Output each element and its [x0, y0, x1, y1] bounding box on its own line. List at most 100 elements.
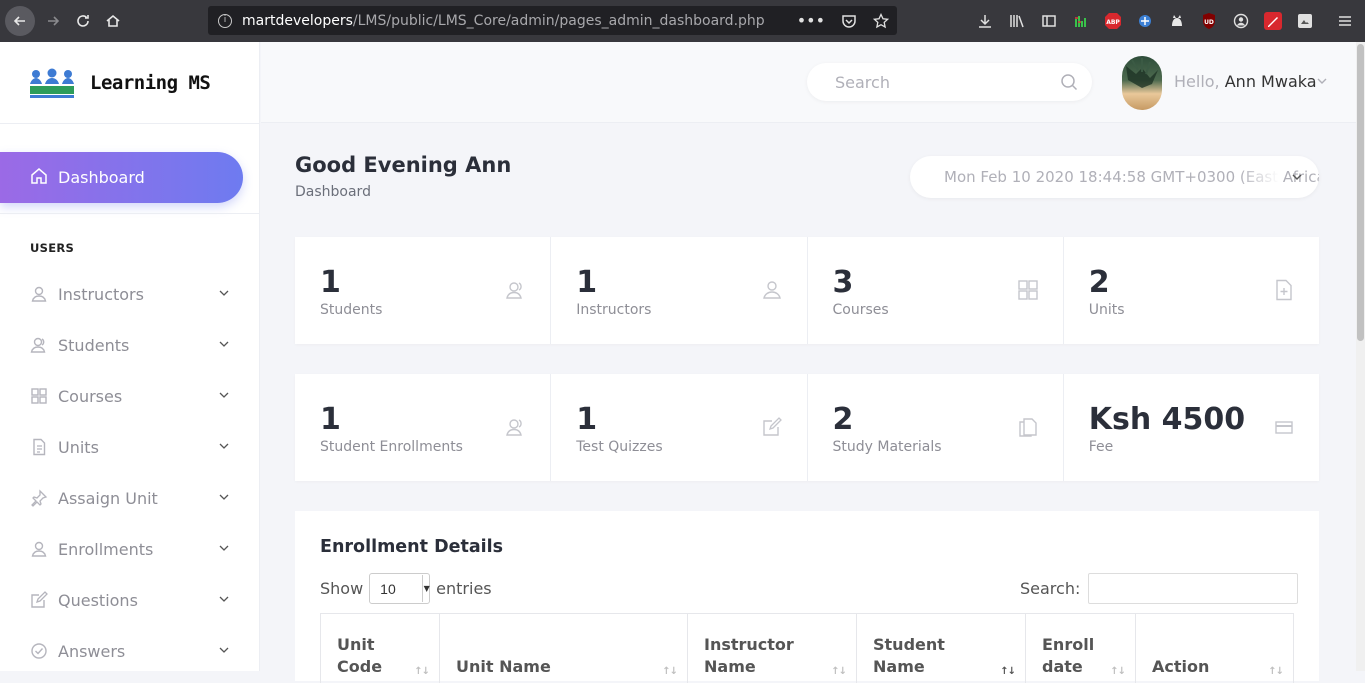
sidebar-item-dashboard[interactable]: Dashboard — [0, 152, 243, 203]
stat-label: Students — [320, 302, 383, 318]
column-header-label: Student Name — [873, 635, 945, 676]
enrollment-panel: Enrollment Details Show 10 ▼ entries Sea… — [295, 511, 1319, 683]
chevron-down-icon — [219, 392, 229, 398]
sort-icon: ↑↓ — [414, 666, 430, 677]
stat-label: Study Materials — [832, 439, 942, 455]
column-header-enroll-date[interactable]: Enroll date ↑↓ — [1026, 614, 1136, 683]
brand-name[interactable]: Learning MS — [90, 72, 211, 94]
divider — [0, 213, 260, 214]
menu-icon[interactable] — [1335, 12, 1354, 31]
forward-button[interactable] — [38, 6, 68, 36]
vertical-scrollbar[interactable] — [1356, 42, 1365, 671]
sidebar-item-questions[interactable]: Questions — [30, 585, 230, 615]
chart-extension-icon[interactable] — [1071, 12, 1090, 31]
sidebar-item-units[interactable]: Units — [30, 432, 230, 462]
sidebar-item-label: Instructors — [58, 284, 144, 304]
stat-label: Courses — [832, 302, 889, 318]
stat-card-student-enrollments[interactable]: 1 Student Enrollments — [295, 374, 552, 481]
sidebar-item-label: Enrollments — [58, 539, 154, 559]
url-bar[interactable]: i martdevelopers/LMS/public/LMS_Core/adm… — [208, 6, 897, 35]
screenshot-extension-icon[interactable] — [1295, 12, 1314, 31]
sidebar-item-enrollments[interactable]: Enrollments — [30, 534, 230, 564]
stat-value: 2 — [832, 402, 854, 437]
stat-card-test-quizzes[interactable]: 1 Test Quizzes — [551, 374, 808, 481]
column-header-instructor-name[interactable]: Instructor Name ↑↓ — [688, 614, 857, 683]
column-header-student-name[interactable]: Student Name ↑↓ — [857, 614, 1026, 683]
svg-text:ABP: ABP — [1106, 19, 1120, 26]
cat-extension-icon[interactable] — [1167, 12, 1186, 31]
edit-icon — [762, 417, 782, 436]
search-icon[interactable] — [1060, 73, 1078, 91]
sidebar-item-answers[interactable]: Answers — [30, 636, 230, 666]
scrollbar-thumb[interactable] — [1357, 44, 1364, 341]
table-search: Search: — [1020, 573, 1299, 604]
sidebar: Learning MS Dashboard USERS Instructors … — [0, 42, 260, 671]
stat-label: Student Enrollments — [320, 439, 463, 455]
avatar[interactable] — [1122, 56, 1162, 110]
chevron-down-icon[interactable] — [1316, 75, 1328, 87]
stat-value: 1 — [320, 265, 341, 300]
table-search-input[interactable] — [1088, 573, 1299, 604]
sidebar-item-assaign-unit[interactable]: Assaign Unit — [30, 483, 230, 513]
stat-card-fee[interactable]: Ksh 4500 Fee — [1064, 374, 1319, 481]
column-header-label: Enroll date — [1042, 635, 1095, 676]
pen-extension-icon[interactable] — [1263, 12, 1282, 31]
stat-card-study-materials[interactable]: 2 Study Materials — [808, 374, 1064, 481]
sort-icon: ↑↓ — [831, 666, 847, 677]
reload-button[interactable] — [68, 6, 98, 36]
account-icon[interactable] — [1231, 12, 1250, 31]
back-button[interactable] — [5, 6, 35, 36]
search-input[interactable]: Search — [807, 63, 1092, 101]
pocket-icon[interactable] — [841, 13, 857, 29]
info-icon[interactable]: i — [218, 13, 232, 28]
select-arrow-icon: ▼ — [422, 575, 430, 602]
sidebar-item-label: Answers — [58, 641, 126, 661]
document-icon — [30, 438, 48, 456]
page-actions-button[interactable]: ••• — [797, 11, 825, 30]
column-header-unit-name[interactable]: Unit Name ↑↓ — [440, 614, 688, 683]
chevron-down-icon — [219, 494, 229, 500]
greeting-prefix: Hello, — [1174, 72, 1220, 91]
stat-card-instructors[interactable]: 1 Instructors — [551, 237, 808, 344]
user-icon — [30, 285, 48, 303]
sidebar-icon[interactable] — [1039, 12, 1058, 31]
copy-icon — [1019, 418, 1037, 437]
user-greeting[interactable]: Hello, Ann Mwaka — [1174, 72, 1317, 91]
stats-row: 1 Students 1 Instructors 3 Courses 2 Uni… — [295, 237, 1319, 344]
sidebar-item-label: Questions — [58, 590, 138, 610]
sort-icon: ↑↓ — [1000, 666, 1016, 677]
ublock-icon[interactable]: UD — [1199, 12, 1218, 31]
brand: Learning MS — [0, 42, 259, 123]
library-icon[interactable] — [1007, 12, 1026, 31]
entries-select[interactable]: 10 — [369, 573, 431, 604]
stat-label: Instructors — [576, 302, 652, 318]
edit-icon — [30, 591, 48, 609]
download-icon[interactable] — [975, 12, 994, 31]
stat-card-courses[interactable]: 3 Courses — [808, 237, 1064, 344]
sidebar-item-label: Dashboard — [58, 168, 145, 187]
bookmark-star-icon[interactable] — [873, 12, 889, 29]
stats-row: 1 Student Enrollments 1 Test Quizzes 2 S… — [295, 374, 1319, 481]
user-icon — [30, 540, 48, 558]
brand-logo[interactable] — [28, 66, 76, 100]
chevron-down-icon — [219, 647, 229, 653]
stat-card-students[interactable]: 1 Students — [295, 237, 552, 344]
column-header-unit-code[interactable]: Unit Code ↑↓ — [321, 614, 440, 683]
user-name: Ann Mwaka — [1224, 72, 1317, 91]
sort-icon: ↑↓ — [1268, 666, 1284, 677]
home-button[interactable] — [98, 6, 128, 36]
home-icon — [30, 167, 50, 189]
pin-icon — [30, 489, 48, 507]
stat-card-units[interactable]: 2 Units — [1064, 237, 1319, 344]
puzzle-extension-icon[interactable] — [1135, 12, 1154, 31]
sidebar-item-courses[interactable]: Courses — [30, 381, 230, 411]
user-icon — [762, 281, 781, 299]
home-icon — [106, 14, 120, 27]
sidebar-item-students[interactable]: Students — [30, 330, 230, 360]
column-header-action[interactable]: Action ↑↓ — [1136, 614, 1293, 683]
breadcrumb[interactable]: Dashboard — [295, 184, 371, 200]
datetime-dropdown[interactable]: Mon Feb 10 2020 18:44:58 GMT+0300 (East … — [910, 156, 1319, 198]
sidebar-item-instructors[interactable]: Instructors — [30, 279, 230, 309]
column-header-label: Instructor Name — [704, 635, 794, 676]
adblock-icon[interactable]: ABP — [1103, 12, 1122, 31]
